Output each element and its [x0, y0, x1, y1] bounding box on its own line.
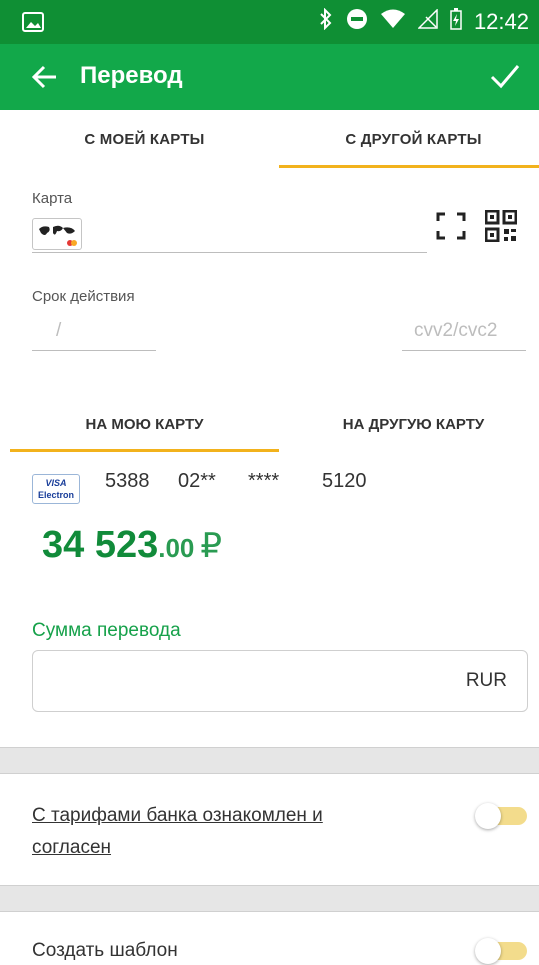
- confirm-check-icon[interactable]: [489, 60, 521, 92]
- balance-integer: 34 523: [42, 524, 159, 566]
- balance-fraction: .00: [158, 533, 195, 563]
- do-not-disturb-icon: [346, 8, 368, 36]
- create-template-label: Создать шаблон: [32, 940, 178, 961]
- wifi-icon: [380, 9, 406, 35]
- no-signal-icon: [417, 8, 438, 35]
- tab-from-my-card[interactable]: С МОЕЙ КАРТЫ: [10, 110, 279, 168]
- card-entry-section: Карта Срок действия / cvv2/cvc2: [10, 168, 539, 386]
- bluetooth-icon: [318, 7, 334, 36]
- destination-tabs: НА МОЮ КАРТУ НА ДРУГУЮ КАРТУ: [0, 396, 539, 452]
- expiry-label: Срок действия: [32, 288, 135, 305]
- status-bar: 12:42: [0, 0, 539, 44]
- back-arrow-icon[interactable]: [30, 62, 60, 92]
- amount-input[interactable]: RUR: [32, 650, 528, 712]
- page-title: Перевод: [80, 62, 183, 89]
- terms-link[interactable]: С тарифами банка ознакомлен и согласен: [32, 800, 362, 864]
- card-number-underline: [32, 252, 427, 253]
- battery-charging-icon: [450, 8, 462, 36]
- ruble-symbol: ₽: [200, 527, 223, 565]
- visa-electron-logo: VISA Electron: [32, 474, 80, 504]
- tab-from-other-card[interactable]: С ДРУГОЙ КАРТЫ: [279, 110, 539, 168]
- amount-label: Сумма перевода: [32, 620, 181, 641]
- source-tabs: С МОЕЙ КАРТЫ С ДРУГОЙ КАРТЫ: [0, 110, 539, 168]
- amount-currency: RUR: [465, 670, 507, 691]
- scan-card-icon[interactable]: [436, 212, 466, 245]
- card-label: Карта: [32, 190, 73, 207]
- expiry-underline: [32, 350, 156, 351]
- card-number-group-3: ****: [248, 470, 280, 492]
- qr-code-icon[interactable]: [484, 209, 518, 247]
- card-number-group-4: 5120: [322, 470, 367, 492]
- world-card-icon: [32, 218, 82, 250]
- card-balance: 34 523.00 ₽: [42, 524, 222, 567]
- tab-to-other-card[interactable]: НА ДРУГУЮ КАРТУ: [279, 396, 539, 452]
- card-number-group-2: 02**: [178, 470, 216, 492]
- section-divider: [0, 747, 539, 774]
- terms-toggle[interactable]: [475, 803, 529, 829]
- cvv-input[interactable]: cvv2/cvc2: [414, 320, 497, 342]
- tab-to-my-card[interactable]: НА МОЮ КАРТУ: [10, 396, 279, 452]
- section-divider-2: [0, 885, 539, 912]
- card-number-group-1: 5388: [105, 470, 150, 492]
- expiry-input[interactable]: /: [56, 320, 61, 342]
- clock: 12:42: [473, 9, 529, 34]
- image-notification-icon: [22, 12, 44, 37]
- destination-card[interactable]: VISA Electron 5388 02** **** 5120 34 523…: [10, 452, 539, 602]
- create-template-toggle[interactable]: [475, 938, 529, 964]
- cvv-underline: [402, 350, 526, 351]
- app-bar: Перевод: [0, 44, 539, 110]
